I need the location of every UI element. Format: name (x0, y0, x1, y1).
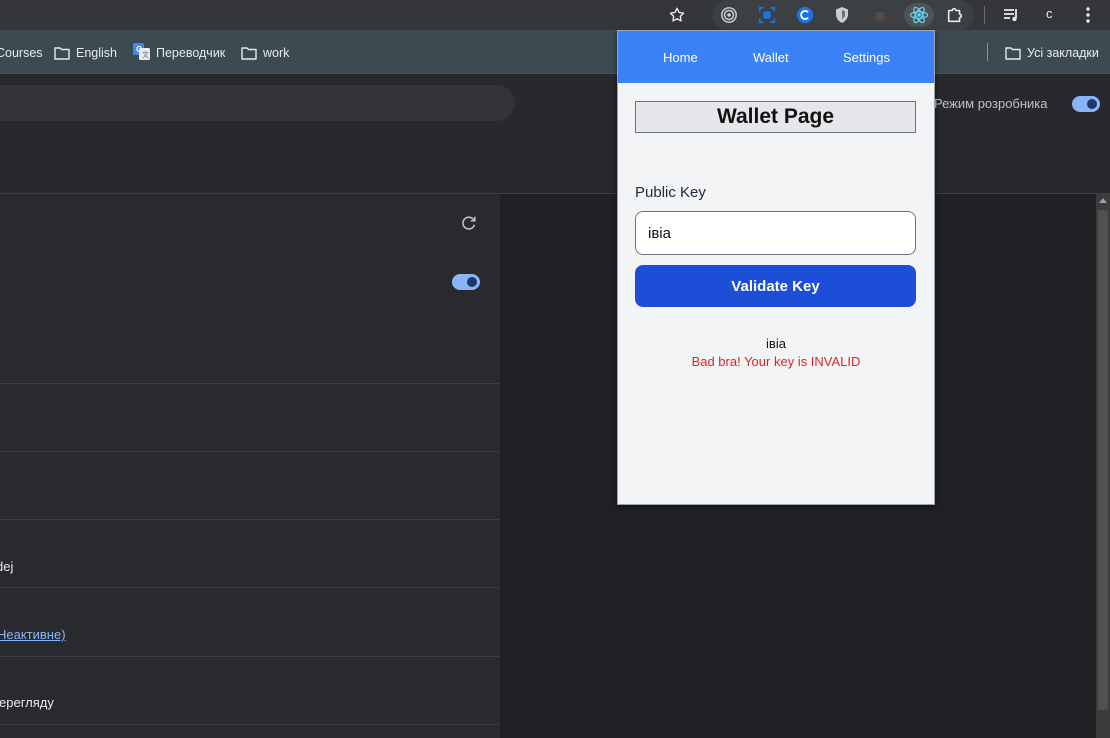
reload-icon[interactable] (460, 214, 480, 234)
detail-row (0, 383, 500, 451)
bookmark-translator[interactable]: G文 Переводчик (133, 43, 226, 63)
react-icon[interactable] (904, 3, 934, 27)
nav-home[interactable]: Home (663, 50, 698, 65)
shield-icon[interactable] (830, 3, 854, 27)
nav-settings[interactable]: Settings (843, 50, 890, 65)
popup-nav: Home Wallet Settings (618, 31, 934, 83)
detail-row: ерегляду (0, 656, 500, 724)
kebab-icon[interactable] (1076, 3, 1100, 27)
bookmark-label: Переводчик (156, 46, 226, 60)
extension-enabled-toggle[interactable] (452, 274, 480, 290)
folder-icon (54, 46, 70, 60)
public-key-label: Public Key (635, 184, 706, 201)
bookmark-label: English (76, 46, 117, 60)
page-title: Wallet Page (635, 101, 916, 133)
dev-mode-toggle[interactable] (1072, 96, 1100, 112)
extensions-page-header: Режим розробника (0, 74, 1110, 194)
dev-mode-label: Режим розробника (934, 96, 1048, 111)
toggle-knob (1087, 99, 1097, 109)
extension-details-panel: dej Неактивне) ерегляду (0, 194, 500, 738)
detail-row: Неактивне) (0, 587, 500, 656)
detail-row (0, 451, 500, 519)
puzzle-icon[interactable] (943, 3, 967, 27)
detail-row-text: dej (0, 559, 14, 574)
nav-wallet[interactable]: Wallet (753, 50, 789, 65)
circle-c-icon[interactable] (793, 3, 817, 27)
bookmarks-separator (987, 43, 988, 61)
page-scrollbar[interactable] (1096, 194, 1110, 738)
bookmark-label: work (263, 46, 290, 60)
translate-icon: G文 (133, 43, 150, 63)
folder-icon (241, 46, 257, 60)
extension-popup: Home Wallet Settings Wallet Page Public … (617, 30, 935, 505)
folder-icon (1005, 46, 1021, 60)
star-icon[interactable] (665, 3, 689, 27)
all-bookmarks-label: Усі закладки (1027, 46, 1099, 60)
toggle-knob (467, 277, 477, 287)
bookmark-work[interactable]: work (241, 44, 289, 62)
scan-icon[interactable] (755, 3, 779, 27)
bookmark-label: Courses (0, 46, 43, 60)
profile-button[interactable]: c (1046, 6, 1053, 21)
toolbar-separator (984, 6, 985, 24)
search-input[interactable] (0, 85, 515, 121)
radar-icon[interactable] (717, 3, 741, 27)
bug-icon[interactable] (868, 3, 892, 27)
playlist-icon[interactable] (1000, 3, 1024, 27)
detail-row-text: ерегляду (0, 695, 54, 710)
browser-toolbar: c (0, 0, 1110, 30)
bookmark-english[interactable]: English (54, 44, 117, 62)
bookmarks-bar: Courses English G文 Переводчик work Усі з… (0, 30, 1110, 74)
inspect-views-link[interactable]: Неактивне) (0, 627, 66, 642)
bookmark-courses[interactable]: Courses (0, 44, 43, 62)
validation-error-message: Bad bra! Your key is INVALID (691, 354, 861, 369)
validate-key-button[interactable]: Validate Key (635, 265, 916, 307)
detail-row: dej (0, 519, 500, 587)
all-bookmarks[interactable]: Усі закладки (1005, 44, 1099, 62)
public-key-input[interactable] (635, 211, 916, 255)
scroll-up-arrow[interactable] (1099, 198, 1107, 203)
svg-text:文: 文 (142, 50, 149, 59)
detail-row (0, 724, 500, 738)
result-key-text: iвia (766, 336, 786, 351)
scroll-thumb[interactable] (1098, 210, 1108, 710)
